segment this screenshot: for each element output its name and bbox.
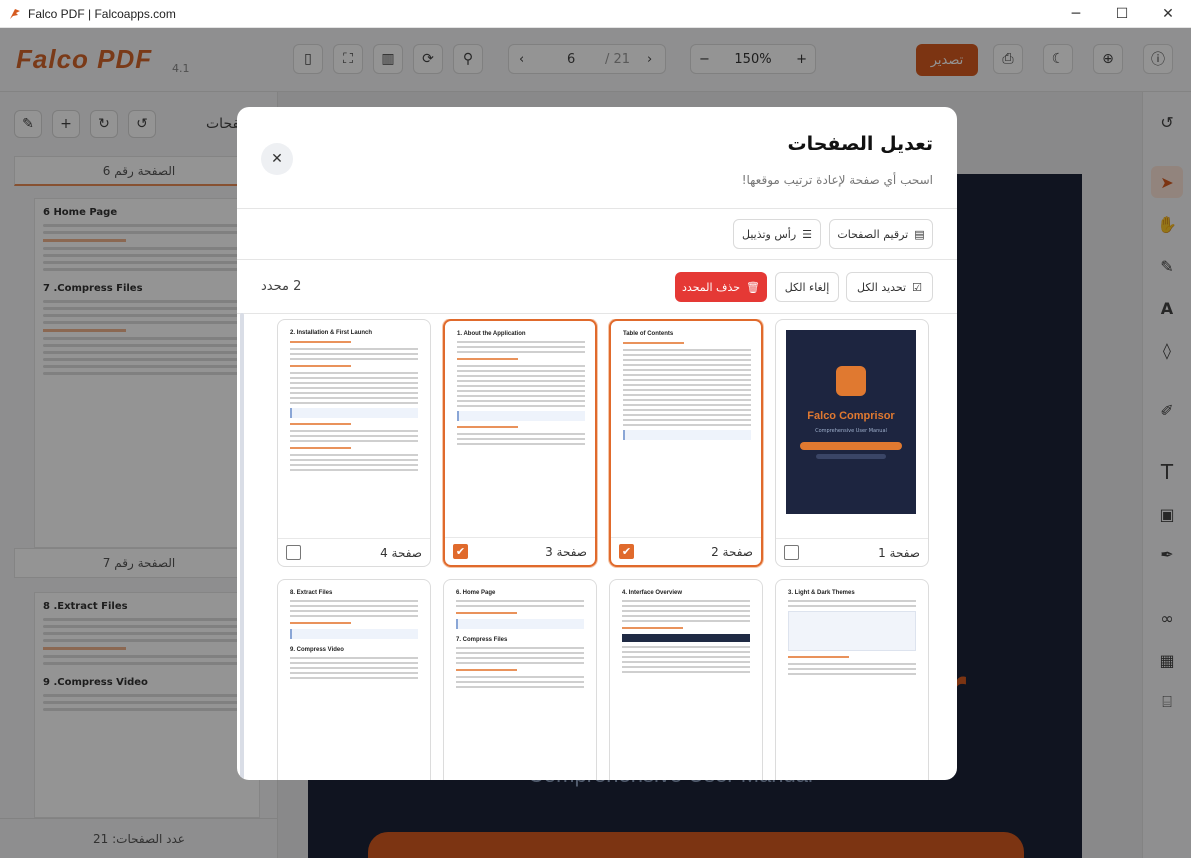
page-numbering-label: ترقيم الصفحات — [837, 227, 909, 241]
page-grid: Falco Comprisor Comprehensive User Manua… — [265, 319, 933, 780]
close-icon[interactable]: ✕ — [261, 143, 293, 175]
page-thumbnail: 6. Home Page 7. Compress Files — [452, 586, 588, 780]
page-thumb-heading: 1. About the Application — [457, 331, 526, 337]
cover-heading: Falco Comprisor — [807, 410, 895, 422]
selected-count: 2 محدد — [261, 279, 302, 294]
edit-pages-dialog: تعديل الصفحات اسحب أي صفحة لإعادة ترتيب … — [237, 107, 957, 780]
header-footer-label: رأس وتذييل — [741, 227, 797, 241]
deselect-all-label: إلغاء الكل — [784, 280, 830, 294]
window-titlebar: Falco PDF | Falcoapps.com ─ ☐ ✕ — [0, 0, 1191, 28]
page-thumbnail: Falco Comprisor Comprehensive User Manua… — [784, 326, 920, 532]
page-thumb-heading: 2. Installation & First Launch — [290, 330, 373, 336]
page-card-2[interactable]: Table of Contents صفحة 2 ✔ — [609, 319, 763, 567]
page-checkbox-checked[interactable]: ✔ — [453, 544, 468, 559]
page-card-8[interactable]: 8. Extract Files 9. Compress Video — [277, 579, 431, 780]
page-checkbox[interactable] — [784, 545, 799, 560]
dialog-subtitle: اسحب أي صفحة لإعادة ترتيب موقعها! — [741, 173, 933, 187]
grid-scrollbar[interactable] — [240, 313, 244, 779]
delete-selected-label: حذف المحدد — [682, 280, 741, 294]
page-thumbnail: 8. Extract Files 9. Compress Video — [286, 586, 422, 780]
delete-selected-button[interactable]: 🗑 حذف المحدد — [675, 272, 767, 302]
select-all-label: تحديد الكل — [857, 280, 907, 294]
deselect-all-button[interactable]: إلغاء الكل — [775, 272, 839, 302]
page-thumbnail: 4. Interface Overview — [618, 586, 754, 780]
app-icon — [10, 8, 20, 19]
window-title: Falco PDF | Falcoapps.com — [28, 6, 176, 21]
page-thumb-heading: Table of Contents — [623, 331, 674, 337]
page-card-4[interactable]: 2. Installation & First Launch صفحة 4 — [277, 319, 431, 567]
cover-thumbnail: Falco Comprisor Comprehensive User Manua… — [786, 330, 916, 514]
page-thumb-heading: 8. Extract Files — [290, 590, 333, 596]
app-logo-icon — [836, 366, 866, 396]
trash-icon: 🗑 — [746, 280, 760, 294]
maximize-button[interactable]: ☐ — [1099, 0, 1145, 28]
close-window-button[interactable]: ✕ — [1145, 0, 1191, 28]
cover-subheading: Comprehensive User Manual — [815, 428, 887, 434]
checkbox-icon: ☑ — [912, 280, 922, 294]
page-card-3[interactable]: 1. About the Application صفحة 3 ✔ — [443, 319, 597, 567]
page-checkbox-checked[interactable]: ✔ — [619, 544, 634, 559]
page-card-6[interactable]: 4. Interface Overview — [609, 579, 763, 780]
header-footer-icon: ☰ — [802, 227, 813, 241]
page-card-7[interactable]: 6. Home Page 7. Compress Files — [443, 579, 597, 780]
page-thumbnail: 1. About the Application — [453, 327, 589, 533]
divider — [237, 208, 957, 209]
numbering-icon: ▤ — [914, 227, 925, 241]
header-footer-button[interactable]: ☰ رأس وتذييل — [733, 219, 821, 249]
page-numbering-button[interactable]: ▤ ترقيم الصفحات — [829, 219, 933, 249]
select-all-button[interactable]: ☑ تحديد الكل — [846, 272, 933, 302]
page-thumbnail: 2. Installation & First Launch — [286, 326, 422, 532]
page-checkbox[interactable] — [286, 545, 301, 560]
page-thumbnail: Table of Contents — [619, 327, 755, 533]
divider — [237, 259, 957, 260]
page-card-label: صفحة 1 — [878, 545, 920, 560]
page-thumb-heading: 3. Light & Dark Themes — [788, 590, 855, 596]
divider — [237, 313, 957, 314]
page-card-1[interactable]: Falco Comprisor Comprehensive User Manua… — [775, 319, 929, 567]
page-thumbnail: 3. Light & Dark Themes — [784, 586, 920, 780]
page-card-5[interactable]: 3. Light & Dark Themes — [775, 579, 929, 780]
page-card-label: صفحة 4 — [380, 545, 422, 560]
page-thumb-heading: 6. Home Page — [456, 590, 496, 596]
dialog-title: تعديل الصفحات — [787, 133, 933, 155]
page-card-label: صفحة 3 — [545, 544, 587, 559]
page-card-label: صفحة 2 — [711, 544, 753, 559]
page-thumb-heading: 4. Interface Overview — [622, 590, 683, 596]
minimize-button[interactable]: ─ — [1053, 0, 1099, 28]
